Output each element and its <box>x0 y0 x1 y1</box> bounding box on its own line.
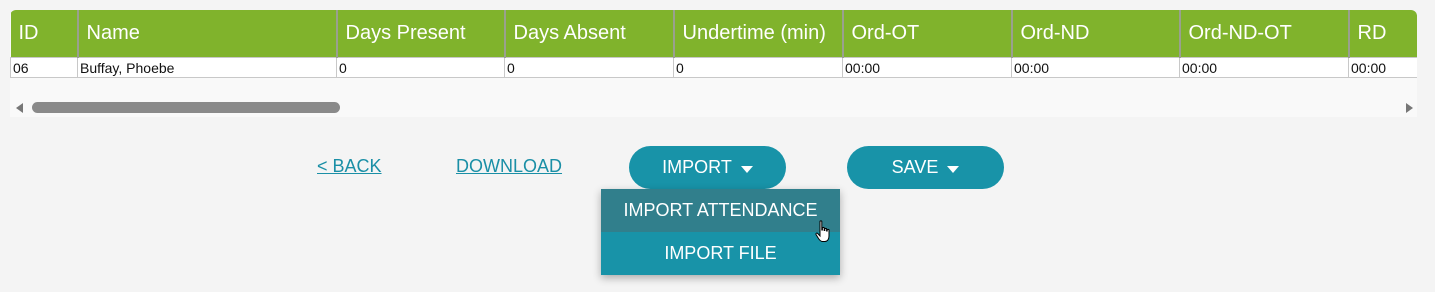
back-link[interactable]: < BACK <box>317 156 382 177</box>
attendance-table: ID Name Days Present Days Absent Underti… <box>10 10 1417 78</box>
scroll-right-icon[interactable] <box>1406 103 1413 113</box>
column-header-days-absent[interactable]: Days Absent <box>504 10 675 58</box>
save-button-label: SAVE <box>891 157 939 177</box>
import-button-label: IMPORT <box>662 157 732 177</box>
cell-id[interactable]: 06 <box>10 57 78 78</box>
scrollbar-thumb[interactable] <box>32 102 340 113</box>
cell-rd[interactable]: 00:00 <box>1348 57 1417 78</box>
download-link[interactable]: DOWNLOAD <box>456 156 562 177</box>
menu-item-import-attendance[interactable]: IMPORT ATTENDANCE <box>601 189 840 232</box>
cell-undertime[interactable]: 0 <box>673 57 843 78</box>
column-header-undertime[interactable]: Undertime (min) <box>673 10 844 58</box>
import-button[interactable]: IMPORT <box>629 146 786 189</box>
caret-down-icon <box>740 165 753 173</box>
horizontal-scrollbar[interactable] <box>10 100 1417 116</box>
attendance-grid: ID Name Days Present Days Absent Underti… <box>10 10 1417 117</box>
cell-name[interactable]: Buffay, Phoebe <box>77 57 337 78</box>
column-header-ord-nd[interactable]: Ord-ND <box>1011 10 1181 58</box>
caret-down-icon <box>947 165 960 173</box>
save-button[interactable]: SAVE <box>847 146 1004 189</box>
scroll-left-icon[interactable] <box>16 103 23 113</box>
table-row[interactable]: 06 Buffay, Phoebe 0 0 0 00:00 00:00 00:0… <box>10 57 1417 78</box>
cell-ord-nd[interactable]: 00:00 <box>1011 57 1180 78</box>
import-dropdown-menu: IMPORT ATTENDANCE IMPORT FILE <box>601 189 840 275</box>
column-header-ord-ot[interactable]: Ord-OT <box>842 10 1013 58</box>
column-header-id[interactable]: ID <box>10 10 79 58</box>
column-header-rd[interactable]: RD <box>1348 10 1417 58</box>
hand-pointer-icon <box>815 220 830 242</box>
column-header-name[interactable]: Name <box>77 10 338 58</box>
column-header-days-present[interactable]: Days Present <box>336 10 506 58</box>
menu-item-import-file[interactable]: IMPORT FILE <box>601 232 840 275</box>
cell-ord-nd-ot[interactable]: 00:00 <box>1179 57 1349 78</box>
table-header-row: ID Name Days Present Days Absent Underti… <box>10 10 1417 58</box>
cell-ord-ot[interactable]: 00:00 <box>842 57 1012 78</box>
cell-days-present[interactable]: 0 <box>336 57 505 78</box>
cell-days-absent[interactable]: 0 <box>504 57 674 78</box>
column-header-ord-nd-ot[interactable]: Ord-ND-OT <box>1179 10 1350 58</box>
